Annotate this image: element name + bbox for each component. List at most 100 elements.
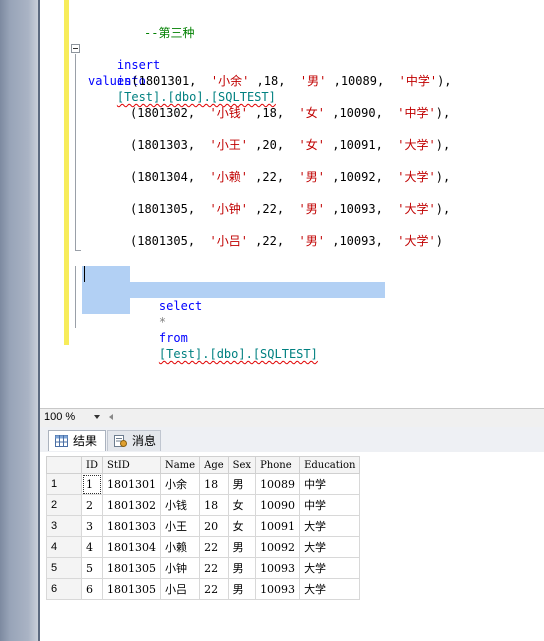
table-cell[interactable]: 大学 (299, 515, 361, 537)
table-cell[interactable]: 10089 (255, 473, 301, 495)
table-cell[interactable]: 小吕 (159, 578, 201, 600)
row-number[interactable]: 4 (46, 536, 82, 558)
row-number[interactable]: 5 (46, 557, 82, 579)
table-cell[interactable]: 男 (227, 473, 257, 495)
column-header[interactable]: Phone (255, 456, 301, 474)
table-cell[interactable]: 10093 (255, 557, 301, 579)
table-row[interactable]: 3 3 1801303 小王 20 女 10091 大学 (46, 515, 361, 537)
table-cell[interactable]: 22 (199, 536, 229, 558)
table-row[interactable]: 6 6 1801305 小吕 22 男 10093 大学 (46, 578, 361, 600)
query-editor[interactable]: --第三种 insert into [Test].[dbo].[SQLTEST]… (40, 0, 544, 408)
tuple-name: '小余' (210, 74, 250, 88)
chevron-down-icon[interactable] (94, 415, 100, 419)
table-cell[interactable]: 1801301 (101, 473, 161, 495)
scroll-left-icon[interactable] (109, 414, 113, 420)
table-cell[interactable]: 4 (81, 536, 103, 558)
tuple-sex: '男' (298, 234, 325, 248)
table-cell[interactable]: 1801302 (101, 494, 161, 516)
select-keyword: select (158, 299, 203, 313)
insert-keyword: insert (116, 58, 161, 72)
table-cell[interactable]: 1801303 (101, 515, 161, 537)
row-number[interactable]: 6 (46, 578, 82, 600)
table-cell[interactable]: 小赖 (159, 536, 201, 558)
table-row[interactable]: 4 4 1801304 小赖 22 男 10092 大学 (46, 536, 361, 558)
table-cell[interactable]: 大学 (299, 578, 361, 600)
table-cell[interactable]: 1801305 (101, 578, 161, 600)
tuple-edu: '中学' (397, 106, 436, 120)
table-cell[interactable]: 小余 (159, 473, 201, 495)
table-cell[interactable]: 中学 (299, 473, 361, 495)
code-select-line: select * from [Test].[dbo].[SQLTEST] (130, 282, 318, 378)
results-grid[interactable]: ID StID Name Age Sex Phone Education 111… (46, 456, 361, 600)
table-cell[interactable]: 2 (81, 494, 103, 516)
results-tabs: 结果 消息 (40, 427, 544, 453)
row-number[interactable]: 2 (46, 494, 82, 516)
column-header[interactable]: StID (101, 456, 161, 474)
from-keyword: from (158, 331, 188, 345)
table-cell[interactable]: 女 (227, 515, 257, 537)
tuple-sex: '男' (298, 170, 325, 184)
outline-end (75, 250, 81, 251)
tuple-edu: '中学' (398, 74, 438, 88)
header-row: ID StID Name Age Sex Phone Education (46, 456, 361, 474)
tuple-name: '小赖' (209, 170, 248, 184)
table-cell[interactable]: 男 (227, 578, 257, 600)
tuple-phone: 10093 (339, 202, 376, 216)
table-cell[interactable]: 男 (227, 557, 257, 579)
tuple-id: 1801302 (137, 106, 188, 120)
column-header[interactable]: Education (299, 456, 361, 474)
table-row[interactable]: 5 5 1801305 小钟 22 男 10093 大学 (46, 557, 361, 579)
table-cell[interactable]: 小钱 (159, 494, 201, 516)
table-cell[interactable]: 6 (81, 578, 103, 600)
editor-status-bar: 100 % (40, 408, 544, 427)
table-cell[interactable]: 18 (199, 473, 229, 495)
tuple-name: '小王' (209, 138, 248, 152)
table-cell[interactable]: 大学 (299, 557, 361, 579)
table-cell[interactable]: 1 (81, 473, 103, 495)
tuple-id: 1801305 (137, 202, 188, 216)
tuple-name: '小钟' (209, 202, 248, 216)
column-header[interactable]: Name (159, 456, 201, 474)
row-number[interactable]: 1 (46, 473, 82, 495)
tuple-phone: 10092 (339, 170, 376, 184)
table-cell[interactable]: 中学 (299, 494, 361, 516)
column-header[interactable]: Sex (227, 456, 257, 474)
table-cell[interactable]: 10093 (255, 578, 301, 600)
table-cell[interactable]: 10092 (255, 536, 301, 558)
star-operator: * (158, 315, 167, 329)
table-cell[interactable]: 女 (227, 494, 257, 516)
table-cell[interactable]: 22 (199, 557, 229, 579)
table-cell[interactable]: 22 (199, 578, 229, 600)
window-left-strip (0, 0, 38, 641)
table-row[interactable]: 1 1 1801301 小余 18 男 10089 中学 (46, 473, 361, 495)
collapse-icon[interactable] (71, 44, 80, 53)
code-row-6: (1801305, '小吕' ,22, '男' ,10093, '大学') (130, 234, 443, 248)
table-cell[interactable]: 男 (227, 536, 257, 558)
table-cell[interactable]: 10090 (255, 494, 301, 516)
table-cell[interactable]: 3 (81, 515, 103, 537)
table-cell[interactable]: 1801305 (101, 557, 161, 579)
tab-messages-label: 消息 (132, 434, 157, 448)
tuple-phone: 10089 (340, 74, 377, 88)
row-header-corner[interactable] (46, 456, 82, 474)
table-cell[interactable]: 大学 (299, 536, 361, 558)
table-cell[interactable]: 5 (81, 557, 103, 579)
tab-messages[interactable]: 消息 (107, 430, 161, 451)
paren-close: ), (435, 138, 451, 152)
selection-highlight (82, 298, 130, 314)
tuple-phone: 10090 (339, 106, 376, 120)
tuple-id: 1801303 (137, 138, 188, 152)
table-row[interactable]: 2 2 1801302 小钱 18 女 10090 中学 (46, 494, 361, 516)
column-header[interactable]: Age (199, 456, 229, 474)
column-header[interactable]: ID (81, 456, 103, 474)
table-cell[interactable]: 10091 (255, 515, 301, 537)
table-cell[interactable]: 18 (199, 494, 229, 516)
table-cell[interactable]: 小钟 (159, 557, 201, 579)
text-caret (84, 266, 85, 282)
row-number[interactable]: 3 (46, 515, 82, 537)
tab-results[interactable]: 结果 (48, 430, 106, 451)
table-cell[interactable]: 20 (199, 515, 229, 537)
table-cell[interactable]: 小王 (159, 515, 201, 537)
paren-close: ), (435, 202, 451, 216)
table-cell[interactable]: 1801304 (101, 536, 161, 558)
